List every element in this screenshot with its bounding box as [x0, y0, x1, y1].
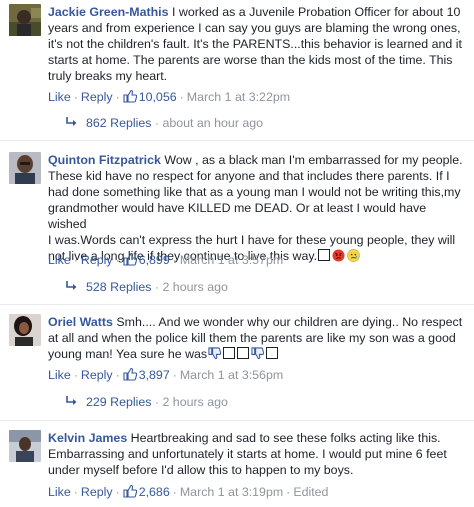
like-count[interactable]: 6,899 [139, 253, 170, 267]
thumbs-up-icon[interactable] [123, 484, 137, 498]
comment-actions: Like · Reply · 2,686 · March 1 at 3:19pm · Edite… [48, 484, 329, 499]
comment-text-line: These kid have no respect for anyone and… [48, 169, 450, 183]
missing-glyph-box [266, 347, 279, 359]
reply-arrow-icon [66, 281, 77, 290]
comment-text-line: Smh.... And we wonder why our children a… [116, 315, 463, 329]
comment-author[interactable]: Jackie Green-Mathis [48, 5, 169, 19]
comment-author[interactable]: Quinton Fitzpatrick [48, 153, 161, 167]
reply-link[interactable]: Reply [81, 368, 113, 382]
replies-row[interactable]: 862 Replies · about an hour ago [66, 115, 263, 131]
divider [0, 304, 474, 305]
timestamp[interactable]: March 1 at 3:56pm [180, 368, 283, 382]
edited-label[interactable]: Edited [293, 485, 328, 499]
missing-glyph-box [318, 249, 331, 261]
comment-body: Quinton Fitzpatrick Wow , as a black man… [48, 152, 468, 264]
reply-arrow-icon [66, 396, 77, 405]
comment-actions: Like · Reply · 6,899 · March 1 at 3:57pm [48, 252, 284, 267]
like-link[interactable]: Like [48, 368, 71, 382]
avatar[interactable] [9, 4, 41, 36]
comment-body: Jackie Green-Mathis I worked as a Juveni… [48, 4, 468, 84]
replies-link[interactable]: 862 Replies [86, 116, 151, 130]
like-link[interactable]: Like [48, 253, 71, 267]
sad-face-icon [347, 249, 360, 262]
like-count[interactable]: 3,897 [139, 368, 170, 382]
avatar[interactable] [9, 152, 41, 184]
avatar[interactable] [9, 314, 41, 346]
like-link[interactable]: Like [48, 90, 71, 104]
like-link[interactable]: Like [48, 485, 71, 499]
reply-link[interactable]: Reply [81, 253, 113, 267]
comment-actions: Like · Reply · 3,897 · March 1 at 3:56pm [48, 367, 284, 382]
replies-time: 2 hours ago [162, 280, 228, 294]
avatar-image [9, 430, 41, 462]
replies-time: 2 hours ago [162, 395, 228, 409]
like-count[interactable]: 10,056 [139, 90, 177, 104]
thumbs-up-icon[interactable] [123, 252, 137, 266]
avatar-image [9, 314, 41, 346]
comment-actions: Like · Reply · 10,056 · March 1 at 3:22pm [48, 89, 291, 104]
reply-link[interactable]: Reply [81, 485, 113, 499]
divider [0, 420, 474, 421]
reply-link[interactable]: Reply [81, 90, 113, 104]
avatar[interactable] [9, 430, 41, 462]
comment-author[interactable]: Kelvin James [48, 431, 127, 445]
comment-body: Oriel Watts Smh.... And we wonder why ou… [48, 314, 468, 362]
comment-text-line: young man! Yea sure he was [48, 347, 208, 361]
avatar-image [9, 152, 41, 184]
timestamp[interactable]: March 1 at 3:19pm [180, 485, 283, 499]
missing-glyph-box [237, 347, 250, 359]
replies-row[interactable]: 528 Replies · 2 hours ago [66, 279, 228, 295]
divider [0, 140, 474, 141]
thumbs-up-icon[interactable] [123, 367, 137, 381]
comment-text-line: at all and when the police kill them the… [48, 331, 456, 345]
reply-arrow-icon [66, 117, 77, 126]
like-count[interactable]: 2,686 [139, 485, 170, 499]
thumbs-down-icon [251, 347, 265, 360]
replies-row[interactable]: 229 Replies · 2 hours ago [66, 394, 228, 410]
comment-body: Kelvin James Heartbreaking and sad to se… [48, 430, 468, 478]
thumbs-down-icon [208, 347, 222, 360]
timestamp[interactable]: March 1 at 3:22pm [187, 90, 290, 104]
comment-text-line: I was.Words can't express the hurt I hav… [48, 233, 456, 247]
comment-text-line: grandmother would have KILLED me DEAD. O… [48, 201, 427, 231]
timestamp[interactable]: March 1 at 3:57pm [180, 253, 283, 267]
angry-face-icon [332, 249, 345, 262]
comment-author[interactable]: Oriel Watts [48, 315, 113, 329]
replies-link[interactable]: 528 Replies [86, 280, 151, 294]
thumbs-up-icon[interactable] [123, 89, 137, 103]
replies-time: about an hour ago [162, 116, 264, 130]
comment-text-line: Wow , as a black man I'm embarrassed for… [164, 153, 463, 167]
replies-link[interactable]: 229 Replies [86, 395, 151, 409]
comment-text-line: had done something like that as a young … [48, 185, 461, 199]
missing-glyph-box [223, 347, 236, 359]
avatar-image [9, 4, 41, 36]
